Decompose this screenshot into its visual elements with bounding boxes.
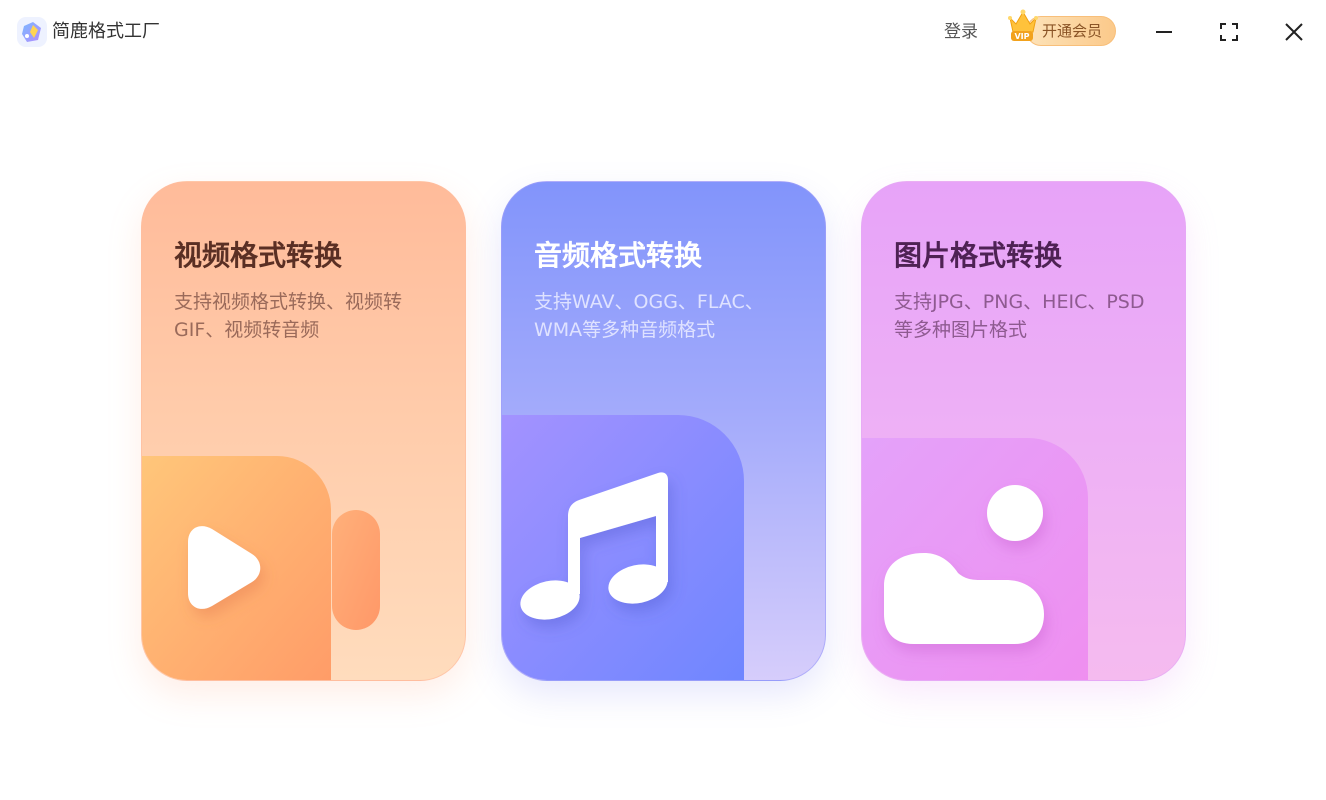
video-convert-card[interactable]: 视频格式转换 支持视频格式转换、视频转GIF、视频转音频 (141, 181, 466, 681)
vip-label: 开通会员 (1042, 22, 1103, 40)
card-title: 图片格式转换 (894, 239, 1063, 272)
app-logo-icon (17, 17, 47, 47)
crown-icon: VIP (1008, 9, 1038, 41)
audio-convert-card[interactable]: 音频格式转换 支持WAV、OGG、FLAC、WMA等多种音频格式 (501, 181, 826, 681)
card-description: 支持WAV、OGG、FLAC、WMA等多种音频格式 (534, 291, 764, 341)
card-description: 支持JPG、PNG、HEIC、PSD等多种图片格式 (894, 291, 1145, 341)
maximize-button[interactable] (1213, 16, 1245, 48)
title-bar: 简鹿格式工厂 登录 VIP 开通会员 (0, 0, 1326, 64)
card-title: 视频格式转换 (174, 239, 343, 272)
image-convert-card[interactable]: 图片格式转换 支持JPG、PNG、HEIC、PSD等多种图片格式 (861, 181, 1186, 681)
vip-badge-text: VIP (1014, 32, 1029, 41)
app-title: 简鹿格式工厂 (52, 21, 160, 42)
maximize-icon (1220, 23, 1238, 41)
close-icon (1285, 23, 1303, 41)
vip-button[interactable]: VIP 开通会员 (1008, 9, 1118, 48)
close-button[interactable] (1278, 16, 1310, 48)
card-title: 音频格式转换 (534, 239, 703, 272)
minimize-button[interactable] (1148, 16, 1180, 48)
card-description: 支持视频格式转换、视频转GIF、视频转音频 (174, 291, 403, 341)
login-link[interactable]: 登录 (944, 21, 978, 43)
app-window: 简鹿格式工厂 登录 VIP 开通会员 视频格式转换 支持视频格式转换、视频转GI… (0, 0, 1326, 800)
minimize-icon (1156, 31, 1172, 33)
